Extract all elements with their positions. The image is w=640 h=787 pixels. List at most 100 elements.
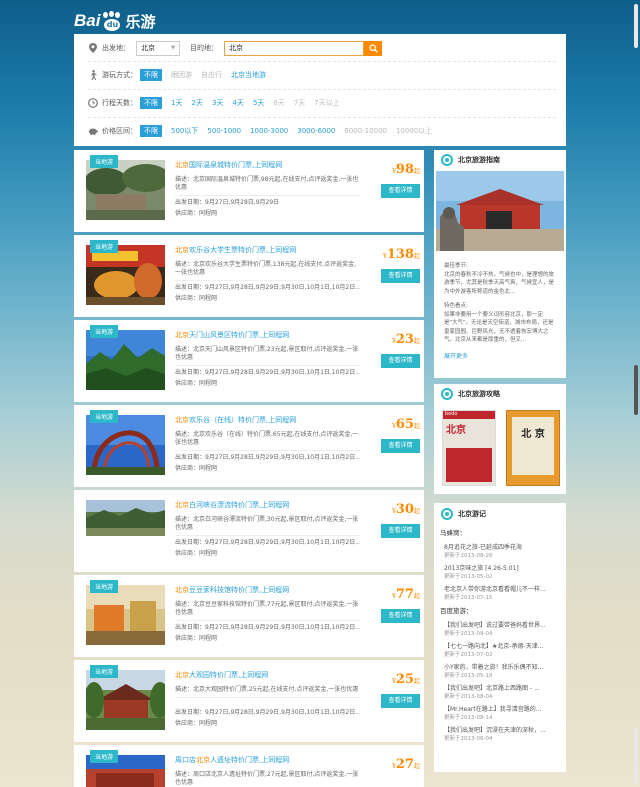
departure-dates: 出发日期：9月27日,9月28日,9月29日: [175, 199, 280, 206]
product-card: 当地游 北京欢乐谷（在线）特价门票,上同程网 描述：北京欢乐谷（在线）特价门票,…: [74, 405, 424, 487]
product-title-link[interactable]: 北京天门山风景区特价门票,上同程网: [175, 330, 289, 340]
note-item[interactable]: 8月追花之旅-已延成四季花海 更新于2013-08-26: [434, 542, 566, 559]
note-item[interactable]: 【我们出发吧】沉浸在天津的深秋，... 更新于2013-06-04: [434, 725, 566, 742]
guidebook-cover[interactable]: bedo 北京: [442, 410, 496, 486]
product-description: 描述：北京白河峡谷漂流特价门票,30元起,景区取付,点评返奖金,一张也优惠: [175, 516, 360, 536]
scrollbar-track-bottom[interactable]: [634, 728, 638, 784]
guidebook-cover[interactable]: 北 京: [506, 410, 560, 486]
product-thumbnail[interactable]: [86, 160, 165, 220]
expand-more-link[interactable]: 展开更多: [434, 351, 566, 360]
baidu-lvyou-logo[interactable]: Bai du 乐游: [74, 10, 155, 32]
view-details-button[interactable]: 查看详情: [381, 269, 420, 283]
price: ¥23 起: [392, 332, 420, 347]
departure-dates: 出发日期：9月27日,9月28日,9月29日,9月30日,10月1日,10月2日…: [175, 624, 360, 631]
search-button[interactable]: [364, 40, 382, 56]
note-item[interactable]: 【我们出发吧】北京路上西路图 - ... 更新于2013-08-04: [434, 683, 566, 700]
days-option-7plus[interactable]: 7天以上: [314, 97, 339, 109]
product-thumbnail[interactable]: [86, 245, 165, 305]
days-option-3[interactable]: 3天: [212, 97, 223, 109]
mode-option-local-tour[interactable]: 北京当地游: [231, 69, 266, 81]
product-thumbnail[interactable]: [86, 670, 165, 730]
price-option-3000-6000[interactable]: 3000-6000: [297, 125, 335, 137]
price-option-1000-3000[interactable]: 1000-3000: [250, 125, 288, 137]
notes-icon: [441, 508, 453, 520]
view-details-button[interactable]: 查看详情: [381, 354, 420, 368]
provider: 供应商：同程网: [175, 465, 218, 472]
departure-select[interactable]: 北京 ▼: [136, 40, 180, 56]
product-title-link[interactable]: 北京大观园特价门票,上同程网: [175, 670, 268, 680]
note-item[interactable]: 2013京味之旅 [4.26-5.01] 更新于2013-05-02: [434, 563, 566, 580]
price: ¥98 起: [392, 162, 420, 177]
days-option-5[interactable]: 5天: [253, 97, 264, 109]
product-description: 描述：北京豆豆家科技馆特价门票,77元起,景区取付,点评返奖金,一张也优惠: [175, 601, 360, 621]
note-item[interactable]: 【七七一路向北】★北京-承德-天津... 更新于2013-07-02: [434, 641, 566, 658]
destination-label: 目的地：: [190, 44, 218, 52]
provider: 供应商：同程网: [175, 550, 218, 557]
price-option-10000-plus[interactable]: 10000以上: [396, 125, 432, 137]
product-card: 北京白河峡谷漂流特价门票,上同程网 描述：北京白河峡谷漂流特价门票,30元起,景…: [74, 490, 424, 572]
location-pin-icon: [88, 43, 98, 53]
travel-guide-panel: 北京旅游指南 最佳季节: 北京的春秋不冷不热，气候也中，是理想的旅游季节，尤其是…: [434, 150, 566, 378]
guide-image[interactable]: [436, 171, 564, 251]
mode-option-free-travel[interactable]: 自由行: [201, 69, 222, 81]
product-card: 当地游 北京欢乐谷大学生票特价门票,上同程网 描述：北京欢乐谷大学生票特价门票,…: [74, 235, 424, 317]
price-option-6000-10000[interactable]: 6000-10000: [344, 125, 387, 137]
note-item[interactable]: 小Y家的，带着之旅！我乐乐偶不知... 更新于2013-05-18: [434, 662, 566, 679]
scrollbar-track-top[interactable]: [634, 4, 638, 48]
product-card: 当地游 北京国际温泉城特价门票,上同程网 描述：北京国际温泉城特价门票,98元起…: [74, 150, 424, 232]
walking-person-icon: [88, 70, 98, 80]
price-option-500-1000[interactable]: 500-1000: [207, 125, 241, 137]
days-option-unlimited[interactable]: 不限: [140, 97, 162, 109]
product-card: 当地游 北京天门山风景区特价门票,上同程网 描述：北京天门山风景区特价门票,23…: [74, 320, 424, 402]
product-description: 描述：北京欢乐谷大学生票特价门票,138元起,在线支付,点评返奖金,一张也优惠: [175, 261, 360, 281]
product-description: 描述：北京国际温泉城特价门票,98元起,在线支付,点评返奖金,一张也优惠: [175, 176, 360, 196]
guide-book-icon: [441, 388, 453, 400]
days-option-6[interactable]: 6天: [273, 97, 284, 109]
days-option-4[interactable]: 4天: [232, 97, 243, 109]
view-details-button[interactable]: 查看详情: [381, 524, 420, 538]
view-details-button[interactable]: 查看详情: [381, 609, 420, 623]
local-tour-tag: 当地游: [90, 325, 119, 338]
destination-input[interactable]: 北京: [224, 40, 364, 56]
product-title-link[interactable]: 北京欢乐谷大学生票特价门票,上同程网: [175, 245, 296, 255]
view-details-button[interactable]: 查看详情: [381, 184, 420, 198]
mode-option-group-tour[interactable]: 跟团游: [171, 69, 192, 81]
guide-title: 北京旅游指南: [458, 156, 500, 164]
note-item[interactable]: 【Mr.Heart在路上】我寻清宫路的... 更新于2013-08-14: [434, 704, 566, 721]
departure-dates: 出发日期：9月27日,9月28日,9月29日,9月30日,10月1日,10月2日…: [175, 539, 360, 546]
provider: 供应商：同程网: [175, 380, 218, 387]
days-option-2[interactable]: 2天: [191, 97, 202, 109]
note-item[interactable]: 老北京人带你游北京看看帽儿不一样... 更新于2013-07-15: [434, 584, 566, 601]
local-tour-tag: 当地游: [90, 240, 119, 253]
note-item[interactable]: 【我们出发吧】说过要带爸妈看世界... 更新于2013-09-04: [434, 620, 566, 637]
view-details-button[interactable]: 查看详情: [381, 694, 420, 708]
chevron-down-icon: ▼: [171, 45, 175, 51]
guide-icon: [441, 154, 453, 166]
days-option-1[interactable]: 1天: [171, 97, 182, 109]
days-option-7[interactable]: 7天: [294, 97, 305, 109]
piggy-bank-icon: [88, 126, 98, 136]
local-tour-tag: 当地游: [90, 580, 119, 593]
paw-icon: du: [101, 11, 123, 31]
product-thumbnail[interactable]: [86, 415, 165, 475]
price-option-under-500[interactable]: 500以下: [171, 125, 198, 137]
product-thumbnail[interactable]: [86, 585, 165, 645]
clock-icon: [88, 98, 98, 108]
product-thumbnail[interactable]: [86, 330, 165, 390]
price: ¥30 起: [392, 502, 420, 517]
mode-option-unlimited[interactable]: 不限: [140, 69, 162, 81]
scrollbar-thumb[interactable]: [634, 365, 638, 415]
best-season-text: 北京的春秋不冷不热，气候也中，是理想的旅游季节，尤其是秋季天高气爽，气候宜人，是…: [444, 271, 555, 295]
product-title-link[interactable]: 北京豆豆家科技馆特价门票,上同程网: [175, 585, 289, 595]
product-title-link[interactable]: 周口店北京人遗址特价门票,上同程网: [175, 755, 289, 765]
product-title-link[interactable]: 北京白河峡谷漂流特价门票,上同程网: [175, 500, 289, 510]
price-option-unlimited[interactable]: 不限: [140, 125, 162, 137]
product-title-link[interactable]: 北京欢乐谷（在线）特价门票,上同程网: [175, 415, 296, 425]
view-details-button[interactable]: 查看详情: [381, 439, 420, 453]
product-description: 描述：周口店北京人遗址特价门票,27元起,景区取付,点评返奖金,一张也优惠: [175, 771, 359, 786]
product-card: 当地游 周口店北京人遗址特价门票,上同程网 描述：周口店北京人遗址特价门票,27…: [74, 745, 424, 787]
provider: 供应商：同程网: [175, 635, 218, 642]
product-thumbnail[interactable]: [86, 500, 165, 536]
product-title-link[interactable]: 北京国际温泉城特价门票,上同程网: [175, 160, 282, 170]
mafengwo-label: 马蜂窝：: [440, 529, 466, 537]
